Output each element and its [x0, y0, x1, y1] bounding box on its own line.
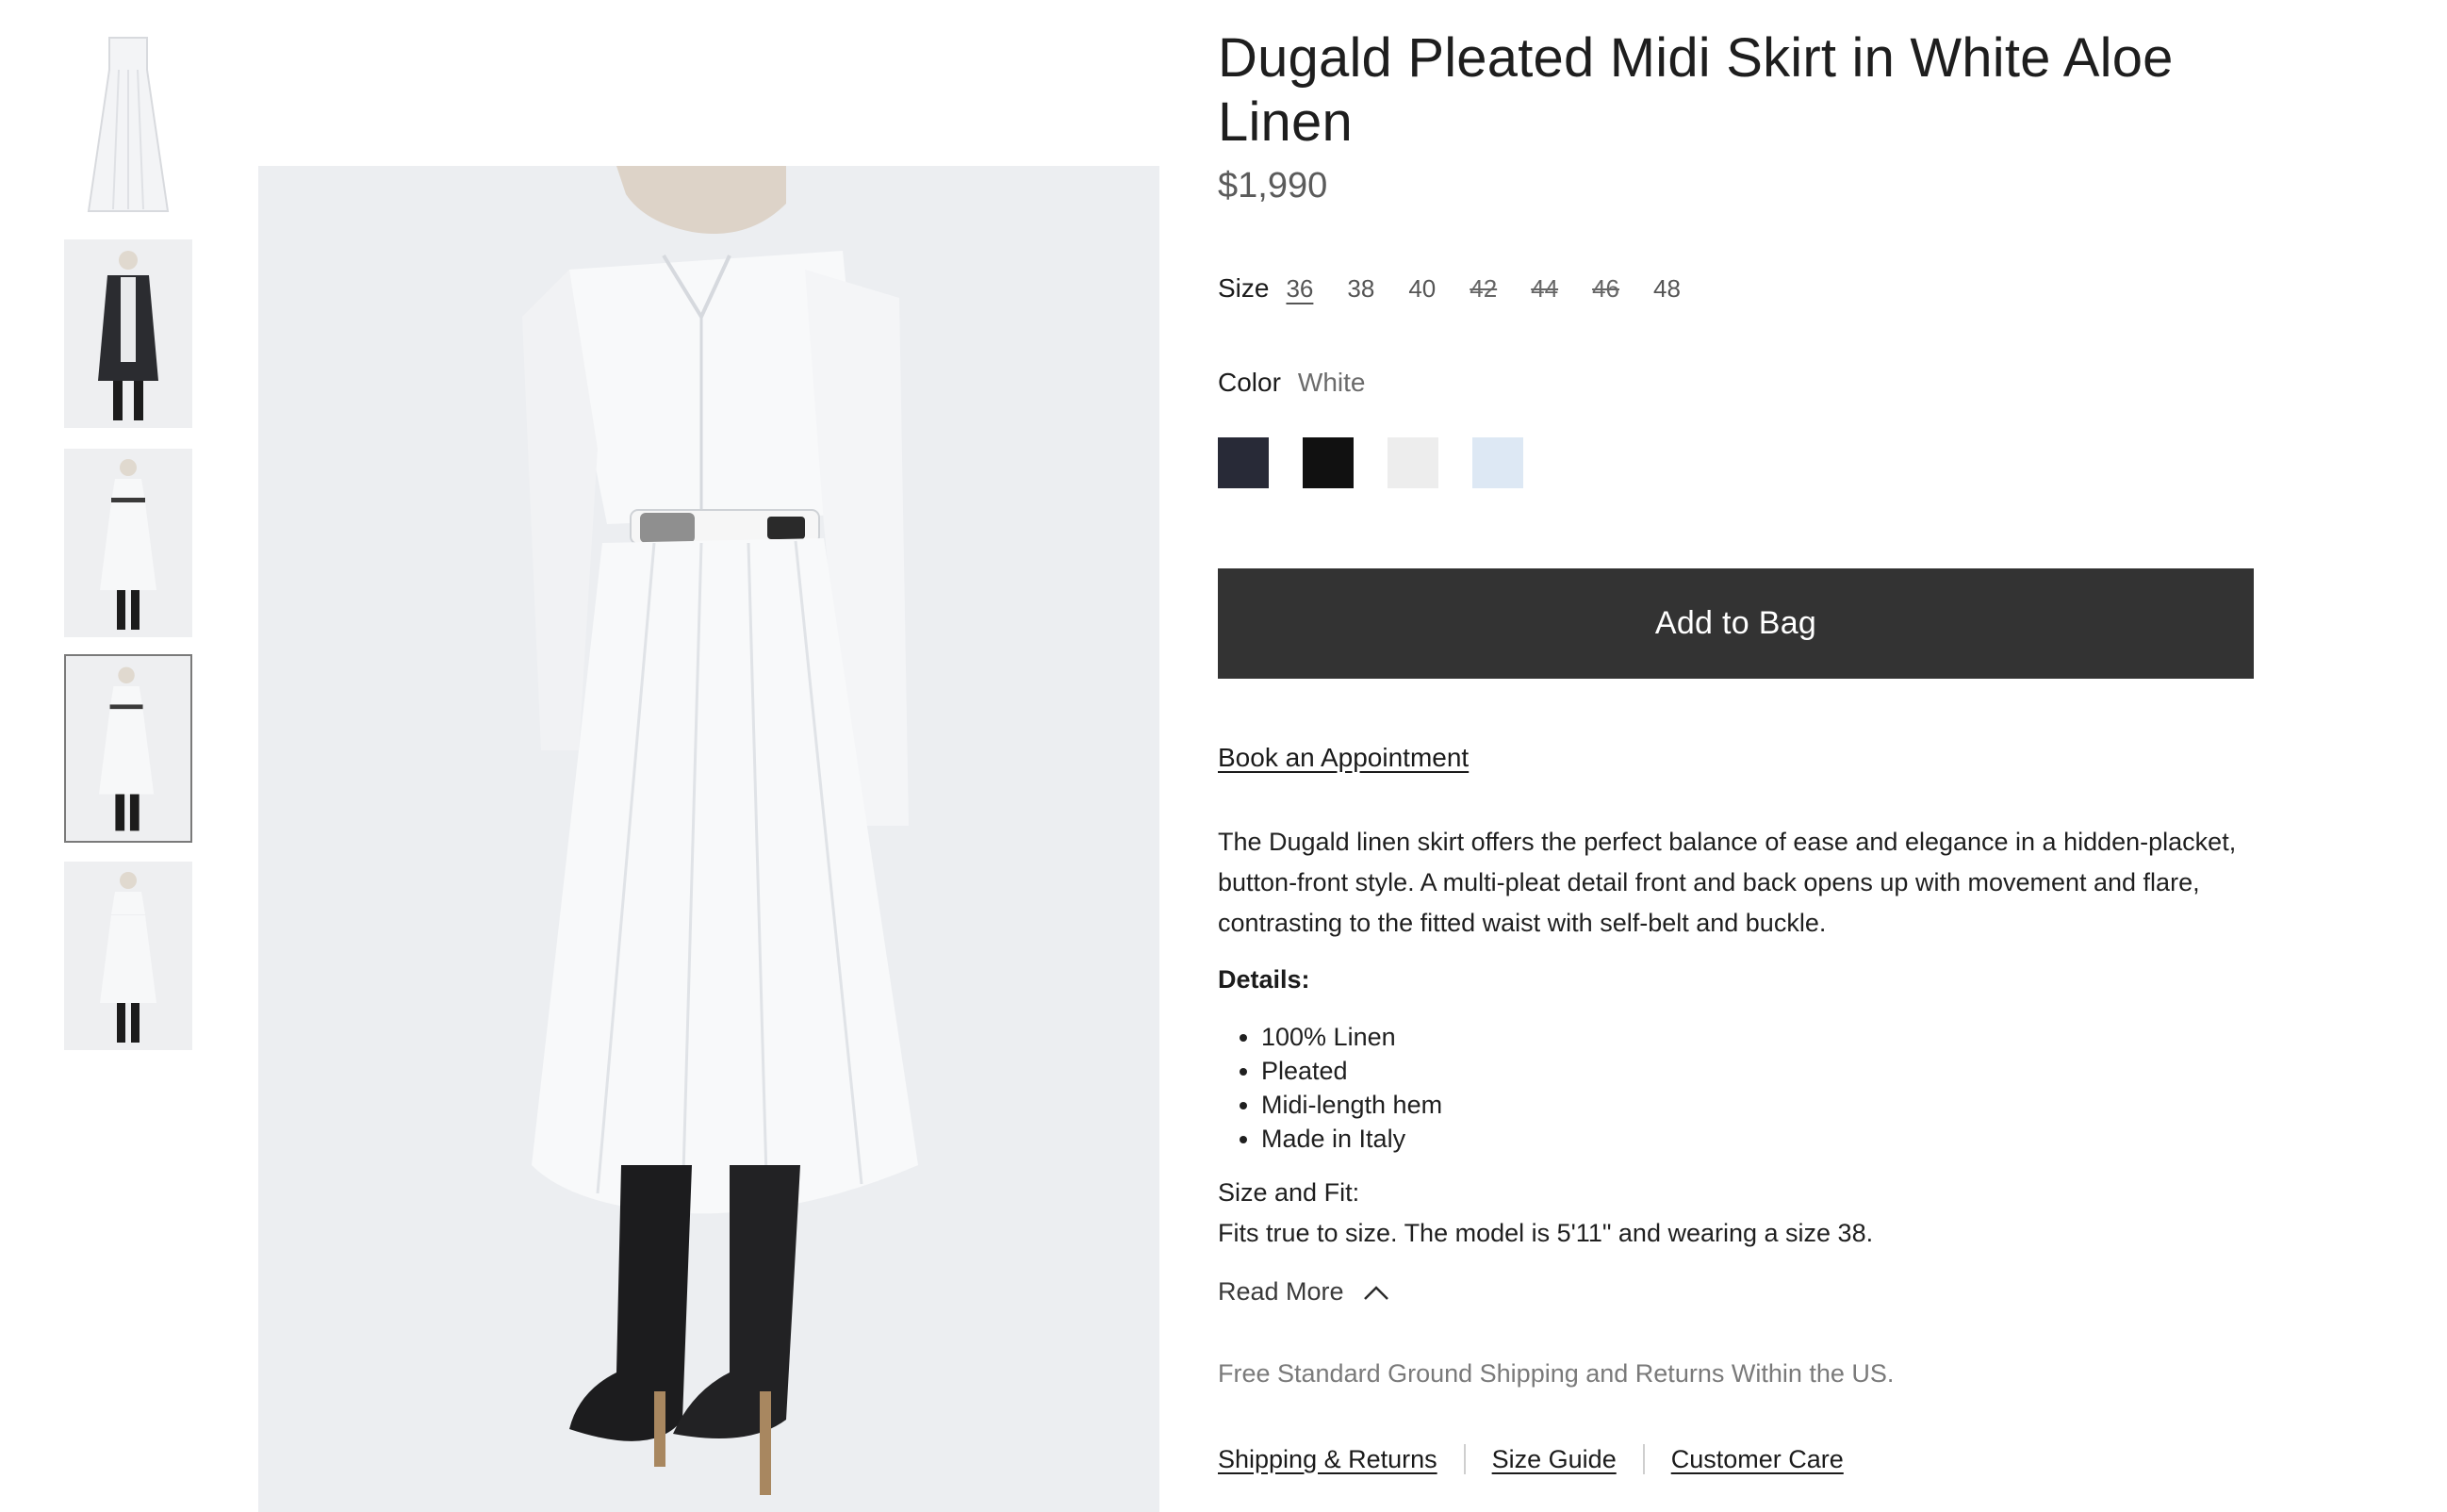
- size-guide-link[interactable]: Size Guide: [1492, 1445, 1617, 1474]
- swatch-black[interactable]: [1303, 437, 1354, 488]
- size-fit-text: Fits true to size. The model is 5'11" an…: [1218, 1219, 1874, 1247]
- details-list: 100% Linen Pleated Midi-length hem Made …: [1218, 1020, 1442, 1156]
- list-item: Made in Italy: [1261, 1122, 1442, 1156]
- add-to-bag-button[interactable]: Add to Bag: [1218, 568, 2254, 679]
- size-option-38[interactable]: 38: [1347, 274, 1374, 304]
- thumbnail-4[interactable]: [64, 654, 192, 843]
- color-selector: Color White: [1218, 368, 1366, 398]
- product-description: The Dugald linen skirt offers the perfec…: [1218, 828, 2237, 937]
- thumbnail-2[interactable]: [64, 239, 192, 428]
- size-label: Size: [1218, 273, 1270, 303]
- details-heading: Details:: [1218, 965, 1310, 994]
- product-title: Dugald Pleated Midi Skirt in White Aloe …: [1218, 27, 2174, 153]
- color-label: Color: [1218, 368, 1281, 397]
- list-item: 100% Linen: [1261, 1020, 1442, 1054]
- book-appointment-link[interactable]: Book an Appointment: [1218, 743, 1469, 773]
- footer-links: Shipping & Returns Size Guide Customer C…: [1218, 1444, 1844, 1474]
- model-image: [100, 459, 156, 630]
- read-more-label: Read More: [1218, 1277, 1344, 1306]
- skirt-image: [87, 37, 170, 212]
- chevron-up-icon: [1363, 1285, 1388, 1300]
- size-option-42[interactable]: 42: [1470, 274, 1497, 304]
- color-swatches: [1218, 437, 1557, 488]
- model-image: [98, 251, 158, 420]
- swatch-light-blue[interactable]: [1472, 437, 1523, 488]
- product-price: $1,990: [1218, 166, 1328, 205]
- read-more-toggle[interactable]: Read More: [1218, 1277, 1389, 1307]
- thumbnail-3[interactable]: [64, 449, 192, 637]
- size-option-36[interactable]: 36: [1286, 274, 1313, 304]
- size-option-44[interactable]: 44: [1531, 274, 1558, 304]
- size-fit-heading: Size and Fit:: [1218, 1178, 1360, 1207]
- divider: [1463, 1444, 1466, 1474]
- size-selector: Size 36 38 40 42 44 46 48: [1218, 273, 1715, 304]
- main-product-image[interactable]: [258, 166, 1159, 1512]
- size-option-40[interactable]: 40: [1408, 274, 1436, 304]
- swatch-navy[interactable]: [1218, 437, 1269, 488]
- model-photo: [258, 166, 1159, 1512]
- size-option-48[interactable]: 48: [1653, 274, 1681, 304]
- model-image: [100, 872, 156, 1043]
- color-value: White: [1297, 368, 1366, 397]
- size-option-46[interactable]: 46: [1592, 274, 1619, 304]
- swatch-white[interactable]: [1388, 437, 1438, 488]
- divider: [1642, 1444, 1645, 1474]
- shipping-note: Free Standard Ground Shipping and Return…: [1218, 1359, 1895, 1388]
- list-item: Pleated: [1261, 1054, 1442, 1088]
- model-image: [98, 666, 155, 831]
- thumbnail-1[interactable]: [64, 32, 192, 221]
- thumbnail-5[interactable]: [64, 862, 192, 1050]
- shipping-returns-link[interactable]: Shipping & Returns: [1218, 1445, 1437, 1474]
- list-item: Midi-length hem: [1261, 1088, 1442, 1122]
- customer-care-link[interactable]: Customer Care: [1671, 1445, 1844, 1474]
